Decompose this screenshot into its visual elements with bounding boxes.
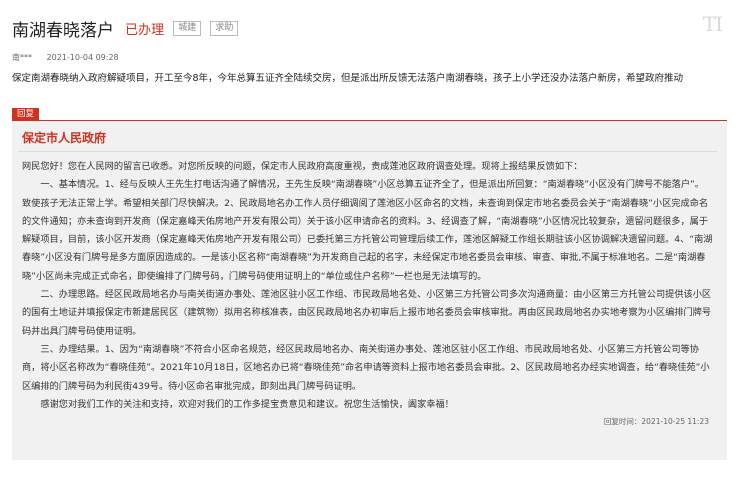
post-meta: 南*** 2021-10-04 09:28 — [12, 52, 119, 63]
thread-header: 南湖春晓落户 已办理 城建 求助 TI — [12, 12, 728, 42]
reply-badge: 回复 — [12, 108, 40, 120]
page-title: 南湖春晓落户 — [12, 21, 114, 41]
reply-paragraph-result: 三、办理结果。1、因为“南湖春晓”不符合小区命名规范，经区民政局地名办、南关街道… — [22, 343, 710, 392]
reply-time: 回复时间：2021-10-25 11:23 — [603, 417, 709, 427]
reply-panel: 保定市人民政府 网民您好！您在人民网的留言已收悉。对您所反映的问题，保定市人民政… — [12, 120, 727, 460]
text-size-icon[interactable]: TI — [703, 12, 723, 36]
reply-paragraph-thanks: 感谢您对我们工作的关注和支持，欢迎对我们的工作多提宝贵意见和建议。祝您生活愉快，… — [40, 398, 454, 410]
reply-greeting: 网民您好！您在人民网的留言已收悉。对您所反映的问题，保定市人民政府高度重视，责成… — [22, 161, 583, 172]
question-text: 保定南湖春晓纳入政府解疑项目，开工至今8年，今年总算五证齐全陆续交房，但是派出所… — [12, 73, 684, 84]
reply-paragraph-approach: 二、办理思路。经区民政局地名办与南关街道办事处、莲池区驻小区工作组、市民政局地名… — [22, 289, 712, 337]
reply-paragraph-basic: 一、基本情况。1、经与反映人王先生打电话沟通了解情况，王先生反映“南湖春晓”小区… — [22, 179, 713, 282]
post-time: 2021-10-04 09:28 — [46, 53, 119, 62]
post-author: 南*** — [12, 53, 32, 62]
tag-help[interactable]: 求助 — [210, 21, 239, 36]
reply-organization: 保定市人民政府 — [22, 131, 107, 145]
reply-divider — [18, 151, 717, 152]
status-badge: 已办理 — [125, 23, 165, 38]
tag-city-construction[interactable]: 城建 — [173, 21, 202, 36]
